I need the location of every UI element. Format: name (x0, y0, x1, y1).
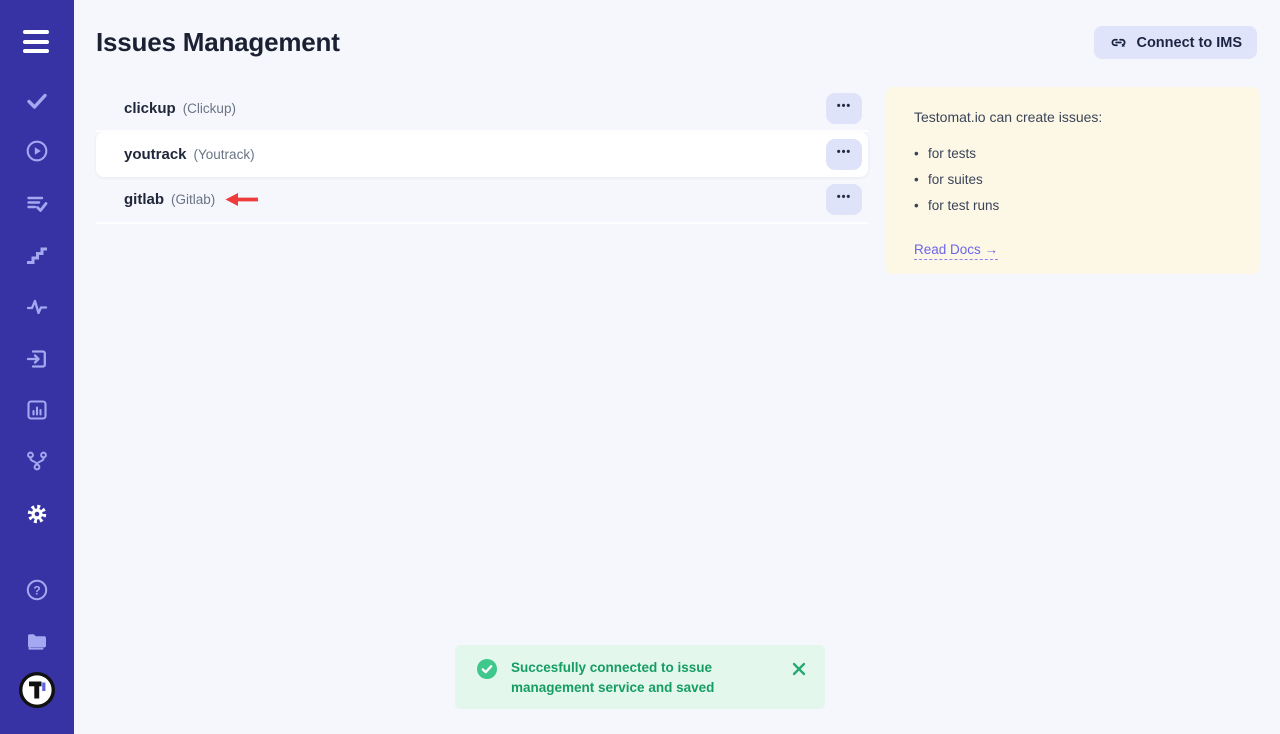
bar-chart-icon (25, 398, 49, 422)
app-root: ? Issues Management Connect to IMS click… (0, 0, 1280, 734)
check-icon (25, 89, 49, 113)
play-circle-icon (25, 139, 49, 163)
sidebar-item-analytics[interactable] (25, 295, 49, 319)
annotation-arrow-icon (224, 192, 259, 207)
info-bullet: for test runs (914, 199, 1231, 213)
pulse-icon (25, 295, 49, 319)
info-panel: Testomat.io can create issues: for tests… (886, 87, 1259, 274)
sidebar-item-settings[interactable] (25, 502, 49, 526)
ellipsis-icon: ••• (837, 147, 852, 158)
ims-vendor: (Clickup) (183, 101, 236, 116)
toast-message: Succesfully connected to issue managemen… (511, 658, 773, 698)
row-menu-button[interactable]: ••• (826, 93, 862, 124)
sidebar-item-import[interactable] (25, 347, 49, 371)
info-bullet: for suites (914, 173, 1231, 187)
sidebar-item-tests[interactable] (25, 89, 49, 113)
help-circle-icon: ? (25, 578, 49, 602)
success-check-icon (477, 659, 497, 679)
sidebar: ? (0, 0, 74, 734)
stairs-icon (25, 243, 49, 267)
gear-icon (25, 501, 49, 527)
testomatio-logo-icon (18, 671, 56, 709)
sidebar-item-test-plans[interactable] (25, 192, 49, 216)
ellipsis-icon: ••• (837, 101, 852, 112)
ims-name: youtrack (124, 146, 187, 163)
svg-text:?: ? (33, 583, 40, 597)
list-check-icon (25, 192, 49, 216)
menu-toggle-button[interactable] (24, 30, 48, 53)
connect-to-ims-label: Connect to IMS (1136, 35, 1242, 51)
read-docs-link[interactable]: Read Docs → (914, 242, 998, 260)
sidebar-item-projects[interactable] (25, 629, 49, 653)
info-bullet: for tests (914, 147, 1231, 161)
link-icon (1109, 33, 1128, 52)
ims-row-gitlab[interactable]: gitlab (Gitlab) ••• (96, 177, 868, 221)
row-divider (96, 222, 868, 224)
row-menu-button[interactable]: ••• (826, 184, 862, 215)
toast-close-button[interactable] (789, 659, 809, 682)
ims-row-clickup[interactable]: clickup (Clickup) ••• (96, 86, 868, 130)
ims-row-youtrack[interactable]: youtrack (Youtrack) ••• (96, 132, 868, 177)
info-bullet-list: for tests for suites for test runs (914, 147, 1231, 213)
sidebar-item-branches[interactable] (25, 449, 49, 473)
sidebar-item-reports[interactable] (25, 398, 49, 422)
ims-name: clickup (124, 100, 176, 117)
login-arrow-icon (25, 347, 49, 371)
ims-vendor: (Gitlab) (171, 192, 215, 207)
info-panel-title: Testomat.io can create issues: (914, 108, 1231, 127)
ellipsis-icon: ••• (837, 192, 852, 203)
testomatio-logo[interactable] (18, 671, 56, 709)
connect-to-ims-button[interactable]: Connect to IMS (1094, 26, 1257, 59)
folder-icon (25, 628, 49, 654)
close-icon (792, 662, 806, 676)
hamburger-icon (23, 30, 49, 34)
success-toast: Succesfully connected to issue managemen… (455, 645, 825, 709)
sidebar-item-runs[interactable] (25, 139, 49, 163)
page-title: Issues Management (96, 27, 340, 58)
ims-vendor: (Youtrack) (194, 147, 255, 162)
branch-fork-icon (25, 449, 49, 473)
row-menu-button[interactable]: ••• (826, 139, 862, 170)
sidebar-item-help[interactable]: ? (25, 578, 49, 602)
sidebar-item-steps[interactable] (25, 243, 49, 267)
ims-name: gitlab (124, 191, 164, 208)
